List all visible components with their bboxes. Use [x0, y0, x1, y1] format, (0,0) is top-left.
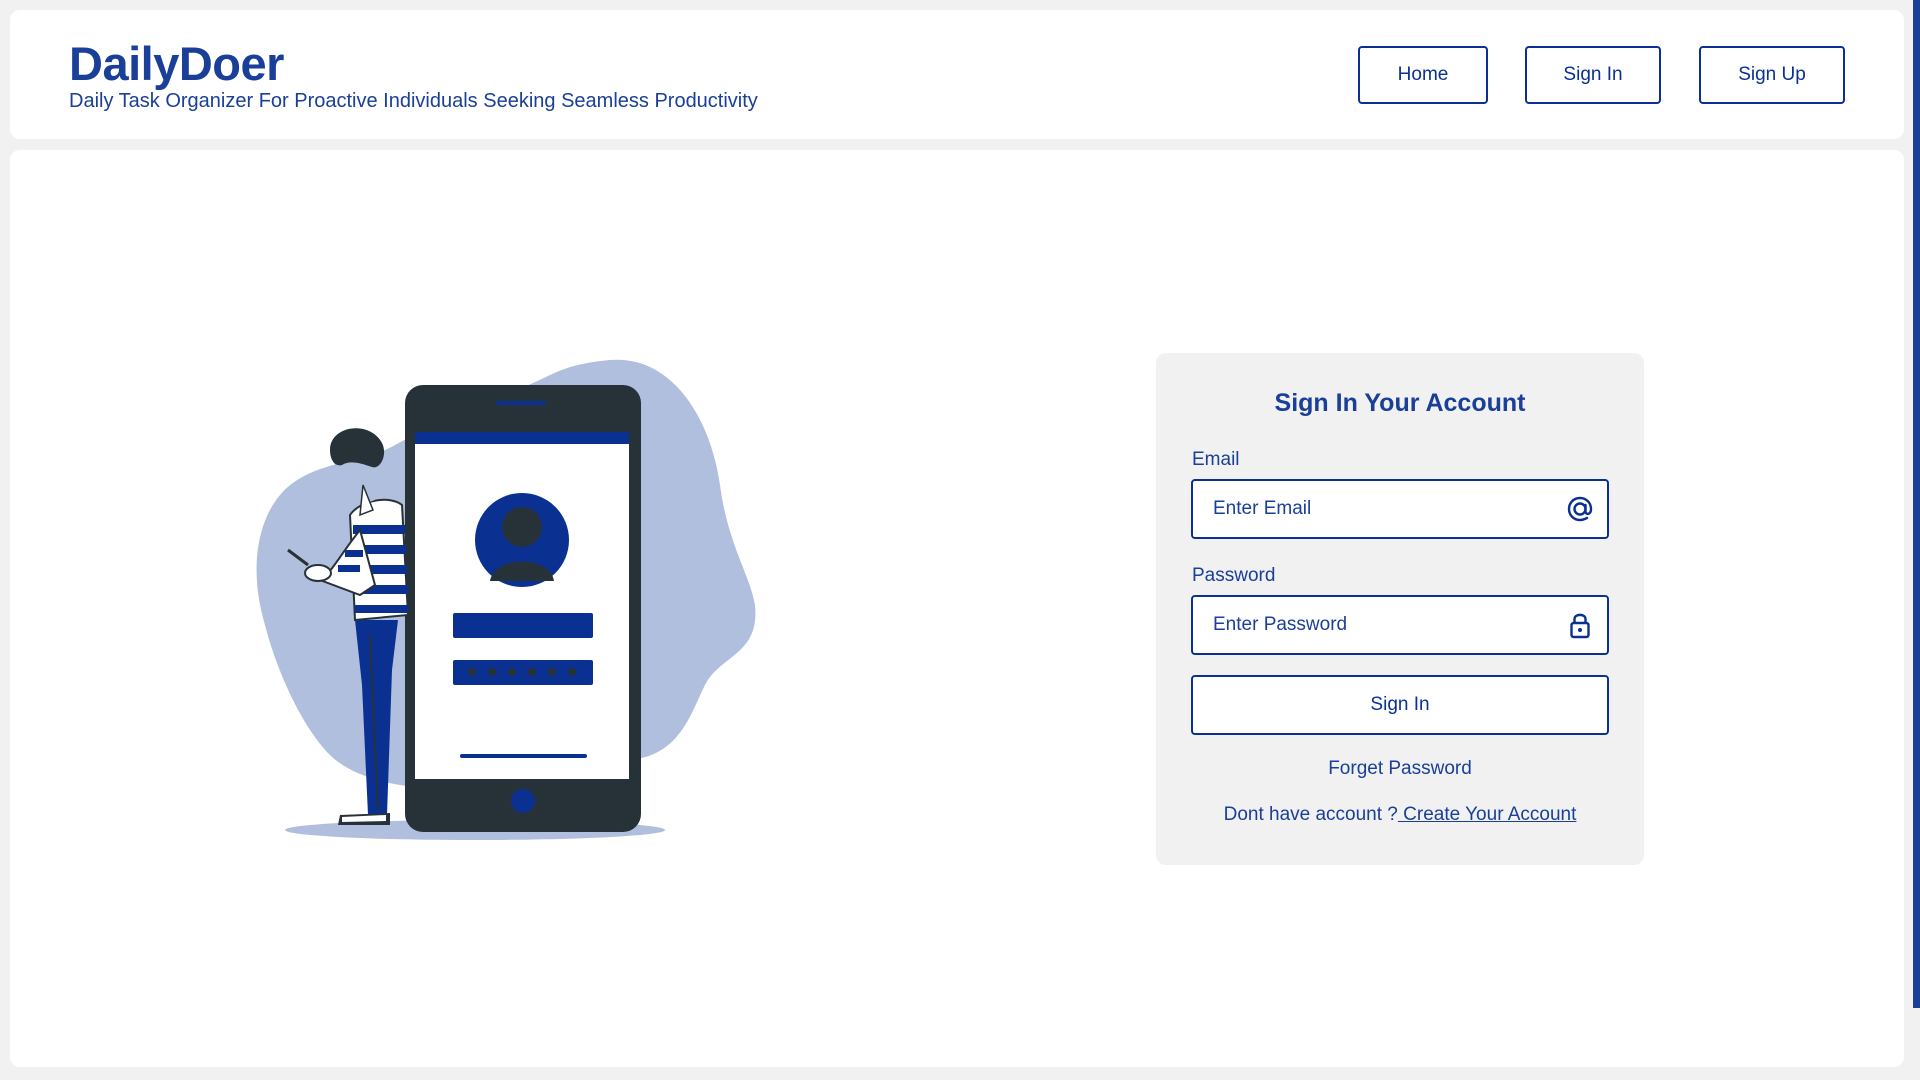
phone-screen-topbar	[415, 432, 629, 444]
app-tagline: Daily Task Organizer For Proactive Indiv…	[69, 90, 758, 113]
no-account-text: Dont have account ?	[1223, 804, 1398, 825]
phone-home-button	[511, 789, 535, 813]
password-field-wrapper	[1191, 595, 1609, 655]
sign-in-button[interactable]: Sign In	[1191, 675, 1609, 735]
login-illustration	[250, 355, 770, 855]
brand: DailyDoer Daily Task Organizer For Proac…	[69, 36, 758, 113]
phone-screen	[415, 432, 629, 779]
app-title[interactable]: DailyDoer	[69, 36, 758, 92]
page: DailyDoer Daily Task Organizer For Proac…	[0, 0, 1920, 1080]
forget-password-link[interactable]: Forget Password	[1156, 758, 1644, 780]
nav-sign-in-button[interactable]: Sign In	[1525, 46, 1661, 104]
scrollbar-thumb[interactable]	[1913, 0, 1920, 1008]
email-label: Email	[1192, 449, 1240, 470]
phone-speaker	[496, 401, 546, 405]
email-field-wrapper	[1191, 479, 1609, 539]
screen-username-field	[453, 613, 593, 638]
person-using-phone-illustration	[256, 359, 756, 840]
nav-sign-up-button[interactable]: Sign Up	[1699, 46, 1845, 104]
password-label: Password	[1192, 565, 1276, 586]
create-account-link[interactable]: Create Your Account	[1398, 804, 1576, 825]
sign-in-card: Sign In Your Account Email Password	[1156, 353, 1644, 865]
card-title: Sign In Your Account	[1274, 389, 1526, 417]
at-sign-icon	[1565, 494, 1595, 524]
top-header: DailyDoer Daily Task Organizer For Proac…	[10, 10, 1904, 139]
create-account-row: Dont have account ? Create Your Account	[1156, 804, 1644, 826]
email-input[interactable]	[1193, 481, 1543, 537]
profile-avatar-head	[502, 507, 542, 547]
lock-icon	[1565, 610, 1595, 640]
nav-home-button[interactable]: Home	[1358, 46, 1488, 104]
password-input[interactable]	[1193, 597, 1543, 653]
screen-bottom-line	[460, 754, 587, 758]
